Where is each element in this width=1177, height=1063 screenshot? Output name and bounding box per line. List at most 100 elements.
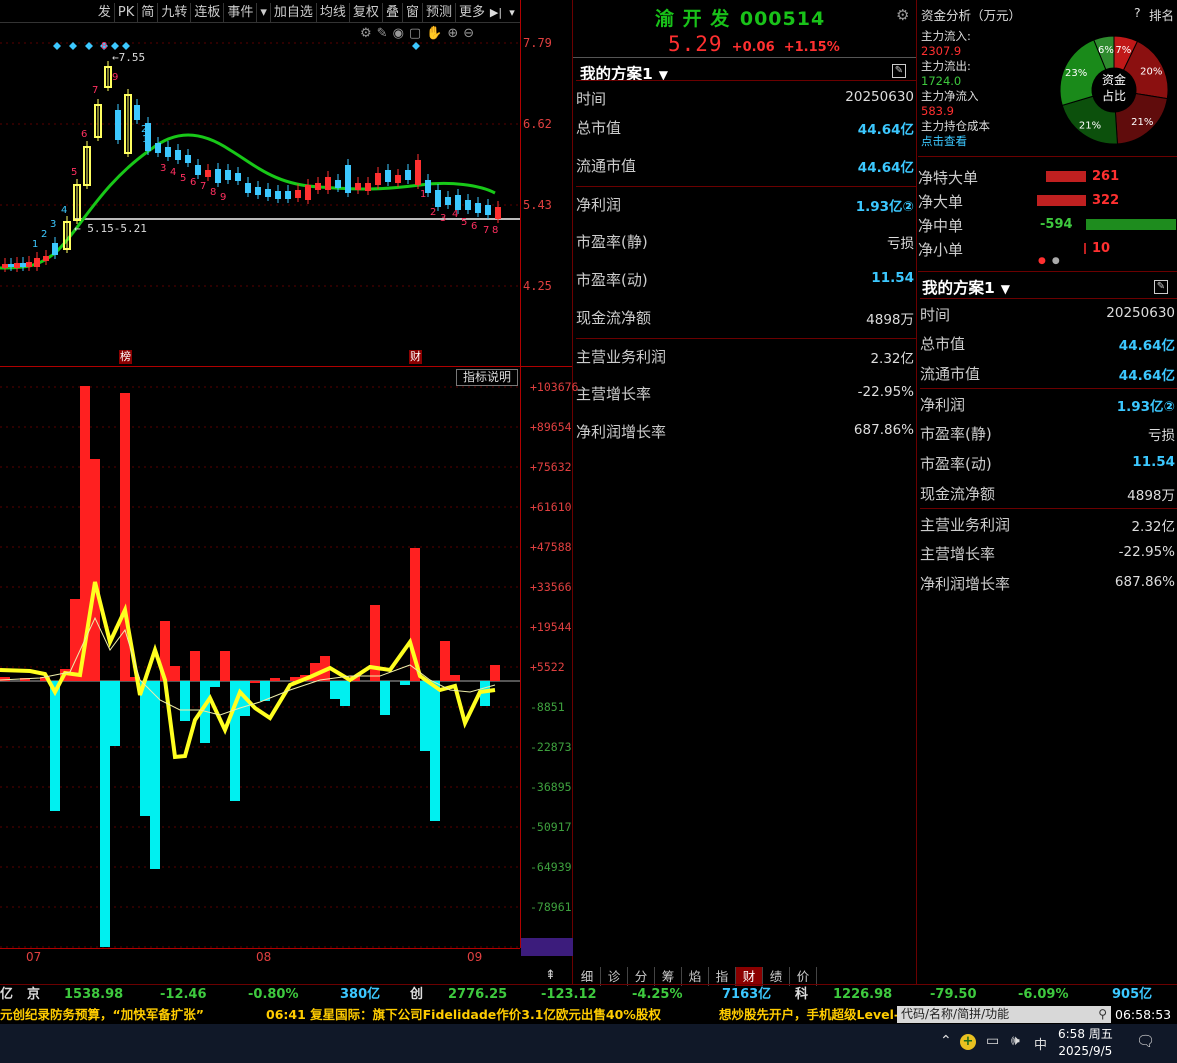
stock-name-text: 渝 开 发 (655, 8, 731, 30)
toolbar-item[interactable]: 预测 (421, 3, 455, 22)
edit-icon[interactable]: ✎ (892, 64, 906, 78)
plan-row-right: 流通市值 44.64亿 (920, 358, 1177, 388)
candle (14, 263, 20, 268)
cost-link[interactable]: 点击查看 (921, 134, 1051, 149)
index-field: -0.80% (248, 987, 299, 1002)
plan-title-right[interactable]: 我的方案1 ▼ (922, 276, 1010, 298)
outflow-label: 主力流出: (921, 59, 971, 73)
right-panel-divider (916, 0, 917, 985)
toolbar-item[interactable]: 窗 (401, 3, 422, 22)
sequence-label: 7 (92, 85, 98, 96)
candle (115, 110, 121, 140)
stock-price-line: 5.29 +0.06 +1.15% (668, 32, 840, 56)
flow-value: 261 (1092, 169, 1120, 184)
plan-row-value: 44.64亿 (857, 122, 914, 138)
sequence-label: 3 (440, 213, 446, 224)
sequence-label: 3 (160, 163, 166, 174)
flow-label: 净中单 (918, 217, 964, 235)
search-input[interactable]: 代码/名称/简拼/功能 ⚲ (897, 1006, 1111, 1023)
index-bar: 亿京 1538.98 -12.46 -0.80% 380亿 创 2776.25 -123.12… (0, 985, 1177, 1005)
flow-bar (430, 681, 440, 821)
dot-active[interactable]: ● (1038, 256, 1052, 266)
sequence-label: 9 (112, 72, 118, 83)
news-item[interactable]: 06:41 复星国际：旗下公司Fidelidade作价3.1亿欧元出售40%股权 (266, 1005, 661, 1024)
tray-app-icon[interactable]: + (960, 1034, 976, 1050)
chevron-down-icon[interactable]: ▼ (1001, 282, 1010, 296)
search-icon[interactable]: ⚲ (1098, 1006, 1107, 1023)
ime-indicator[interactable]: 中 (1034, 1034, 1047, 1053)
network-icon[interactable]: ▭ (986, 1033, 999, 1049)
plan-row-value: 687.86% (1114, 574, 1175, 590)
candle (325, 177, 331, 190)
toolbar-item[interactable]: 简 (137, 3, 157, 22)
plan-row-right: 主营增长率 -22.95% (920, 538, 1177, 568)
kchart-ylabel: 7.79 (523, 36, 552, 50)
toolbar-dropdown-icon[interactable]: ▾ (504, 3, 520, 22)
flow-bar (490, 665, 500, 681)
plan-row: 流通市值 44.64亿 (576, 148, 916, 186)
toolbar-item[interactable]: 加自选 (269, 3, 316, 22)
pie-center-line2: 占比 (1101, 89, 1126, 103)
toolbar-item[interactable]: 连板 (190, 3, 223, 22)
rank-marker[interactable]: 榜 (119, 350, 132, 364)
flow-bar (420, 681, 430, 751)
sequence-label: 7 (200, 181, 206, 192)
notification-icon[interactable]: 🗨 (1136, 1032, 1155, 1050)
volume-icon[interactable]: 🕪 (1011, 1033, 1020, 1049)
pie-label: 20% (1140, 67, 1162, 78)
candle (305, 185, 311, 200)
plan-row-label: 时间 (576, 90, 607, 108)
toolbar-item[interactable]: 事件 (223, 3, 256, 22)
plan-row-right: 市盈率(静) 亏损 (920, 418, 1177, 448)
toolbar-item[interactable]: ▾ (256, 3, 270, 22)
edit-icon-right[interactable]: ✎ (1154, 280, 1168, 294)
signal-diamond (69, 42, 77, 50)
toolbar-arrow-icon[interactable]: ▶| (488, 3, 504, 22)
sequence-label: 2 (430, 207, 436, 218)
kline-chart[interactable]: 123456789123 45 6 78 9 123 45 6 7 8←7.55← 5.15-5.… (0, 25, 520, 365)
index-field: 亿 (0, 987, 14, 1002)
finance-marker[interactable]: 财 (409, 350, 422, 364)
inflow-value: 2307.9 (921, 44, 962, 58)
candle (295, 190, 301, 198)
index-field: -123.12 (541, 987, 597, 1002)
toolbar-item[interactable]: PK (113, 3, 137, 22)
taskbar-clock[interactable]: 6:58 周五 2025/9/5 (1058, 1026, 1113, 1060)
candle (475, 203, 481, 213)
plan-row-value: -22.95% (1118, 544, 1175, 560)
sequence-label: 8 (210, 187, 216, 198)
tray-chevron-icon[interactable]: ⌃ (940, 1033, 952, 1049)
sequence-label: 6 (81, 129, 87, 140)
plan-row-value: -22.95% (857, 384, 914, 400)
news-item[interactable]: 元创纪录防务预算，“加快军备扩张” (0, 1005, 204, 1024)
sequence-label: 1 (420, 189, 426, 200)
signal-diamond (122, 42, 130, 50)
dot-inactive[interactable]: ● (1052, 256, 1066, 266)
toolbar-underline (0, 22, 520, 23)
news-item[interactable]: 想炒股先开户，手机超级Level- (719, 1005, 899, 1024)
header-settings-icon[interactable]: ⚙ (896, 6, 909, 24)
indicator-ylabel: -22873 (530, 740, 572, 754)
candle (465, 200, 471, 210)
capital-flow-indicator[interactable] (0, 380, 520, 948)
plan-row: 总市值 44.64亿 (576, 110, 916, 148)
toolbar-item[interactable]: 复权 (348, 3, 382, 22)
toolbar-item[interactable]: 叠 (381, 3, 402, 22)
candle (435, 190, 441, 207)
toolbar-item[interactable]: 均线 (315, 3, 349, 22)
rank-button[interactable]: 排名 (1149, 5, 1174, 24)
indicator-ylabel: -64939 (530, 860, 572, 874)
flow-bar (330, 681, 340, 699)
toolbar-item[interactable]: 九转 (157, 3, 190, 22)
toolbar-item[interactable]: 发 (95, 3, 114, 22)
index-field: 905亿 (1112, 987, 1153, 1002)
scroll-top-icon[interactable]: ⇞ (545, 968, 556, 983)
candle (355, 183, 361, 190)
plan-row-right: 净利润增长率 687.86% (920, 568, 1177, 598)
sequence-label: 3 (50, 219, 56, 230)
help-icon[interactable]: ? (1134, 5, 1141, 20)
pie-label: 6% (1098, 45, 1114, 56)
toolbar-item[interactable]: 更多 (454, 3, 488, 22)
plan-row-value: 4898万 (1127, 488, 1175, 504)
page-dots[interactable]: ●● (1038, 256, 1066, 266)
